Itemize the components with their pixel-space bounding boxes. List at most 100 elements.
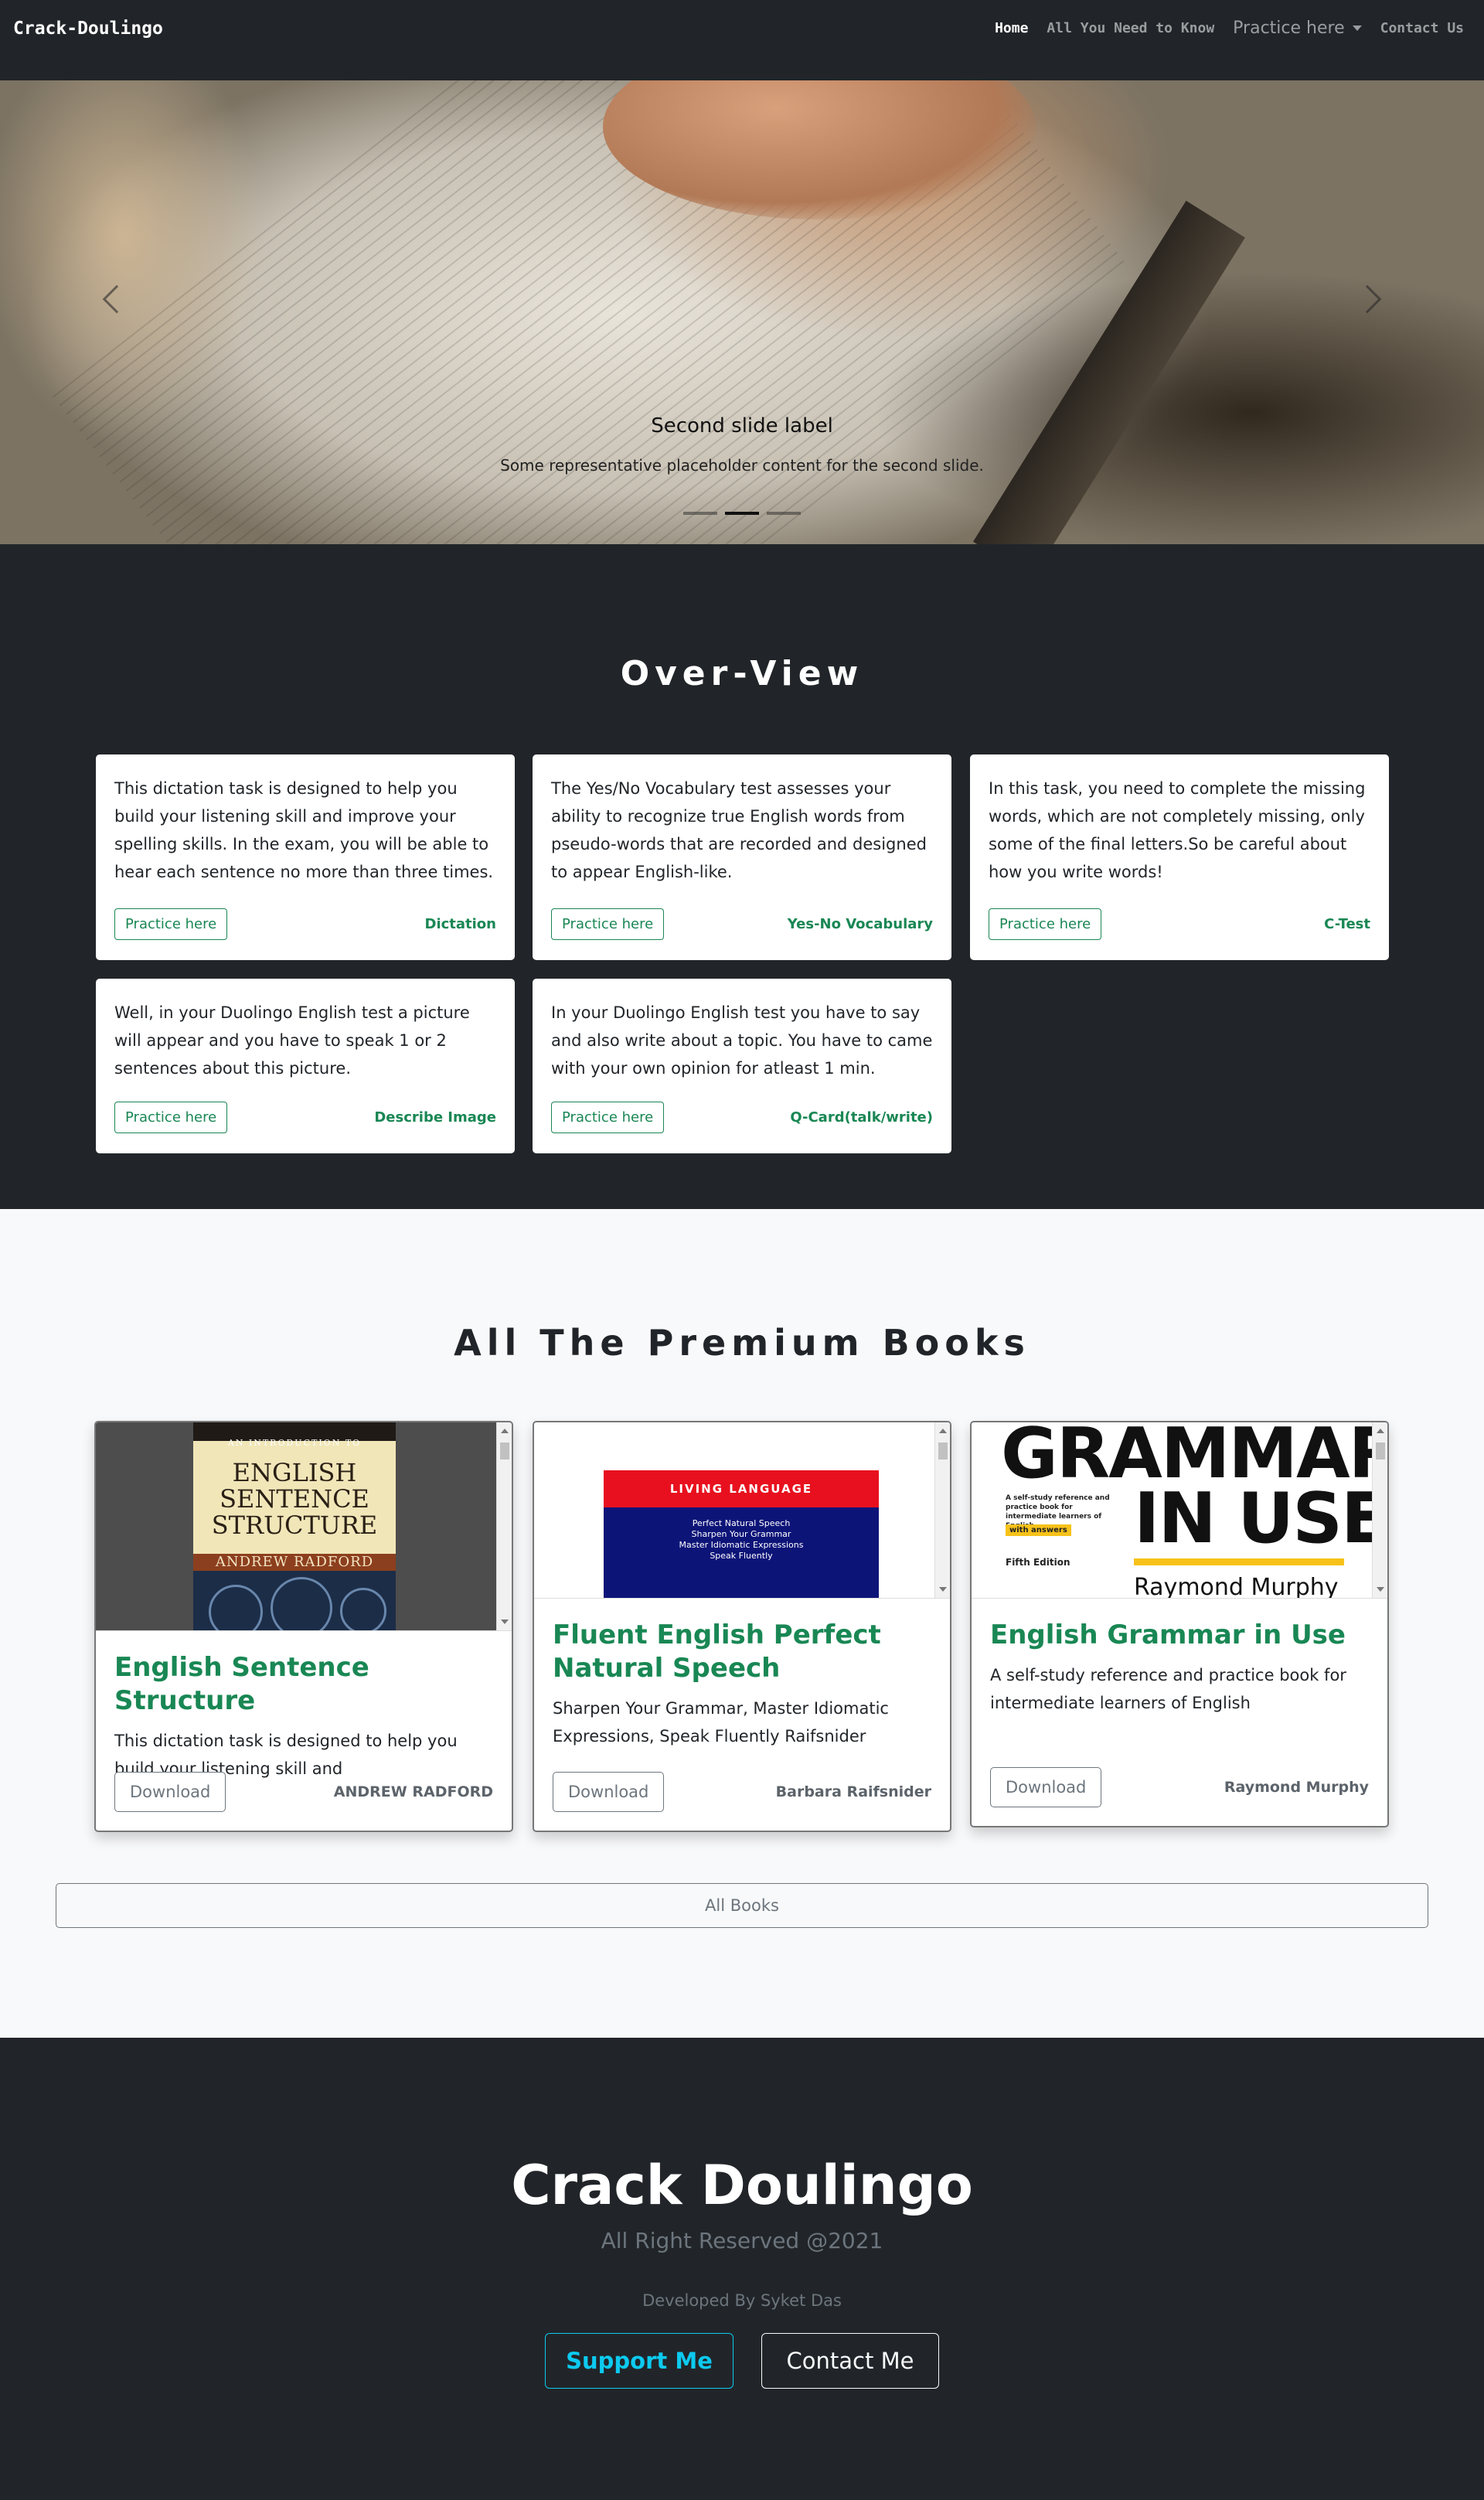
task-description: The Yes/No Vocabulary test assesses your…	[551, 779, 927, 881]
cover-edition: Fifth Edition	[1006, 1557, 1070, 1568]
task-description: This dictation task is designed to help …	[114, 779, 494, 881]
book-cover-banner: LIVING LANGUAGE	[604, 1470, 879, 1507]
cover-ring	[271, 1577, 332, 1630]
book-body: English Sentence Structure This dictatio…	[96, 1631, 512, 1783]
task-tag: C-Test	[1324, 916, 1370, 932]
cover-line-2: IN USE	[1134, 1478, 1387, 1559]
nav-links: Home All You Need to Know Practice here …	[976, 19, 1464, 38]
scroll-thumb[interactable]	[500, 1442, 509, 1459]
scroll-up-icon[interactable]	[939, 1429, 947, 1433]
preview-scrollbar[interactable]	[934, 1422, 950, 1598]
scroll-down-icon[interactable]	[939, 1587, 947, 1592]
books-title: All The Premium Books	[454, 1322, 1030, 1364]
cover-ring	[209, 1585, 263, 1630]
task-tag: Yes-No Vocabulary	[787, 916, 933, 932]
carousel-indicator-2[interactable]	[725, 512, 759, 515]
carousel-prev-icon[interactable]	[102, 284, 131, 314]
book-body: Fluent English Perfect Natural Speech Sh…	[534, 1599, 950, 1750]
task-description: In this task, you need to complete the m…	[989, 779, 1366, 881]
book-footer: Download Barbara Raifsnider	[553, 1772, 931, 1812]
book-title: English Sentence Structure	[114, 1652, 369, 1716]
book-title: Fluent English Perfect Natural Speech	[553, 1620, 881, 1684]
nav-link-home[interactable]: Home	[995, 20, 1028, 36]
cover-badge: with answers	[1006, 1524, 1071, 1536]
book-cover-image: Perfect Natural Speech Sharpen Your Gram…	[604, 1507, 879, 1598]
book-footer: Download Raymond Murphy	[990, 1767, 1369, 1807]
cover-title-line: ENGLISH	[232, 1458, 357, 1487]
download-button[interactable]: Download	[114, 1772, 226, 1812]
brand-logo[interactable]: Crack-Doulingo	[13, 19, 163, 39]
book-card-grammar-in-use: GRAMMAR A self-study reference and pract…	[970, 1421, 1389, 1827]
scroll-down-icon[interactable]	[501, 1620, 509, 1624]
footer-rights: All Right Reserved @2021	[601, 2228, 883, 2253]
carousel-caption-title: Second slide label	[651, 414, 833, 438]
cover-line: Speak Fluently	[710, 1551, 773, 1561]
book-footer: Download ANDREW RADFORD	[114, 1772, 493, 1812]
download-button[interactable]: Download	[553, 1772, 665, 1812]
practice-button[interactable]: Practice here	[114, 908, 228, 940]
carousel-next-icon[interactable]	[1353, 284, 1382, 314]
support-me-button[interactable]: Support Me	[545, 2333, 733, 2389]
footer-developer: Developed By Syket Das	[642, 2291, 842, 2310]
task-card-yes-no-vocabulary: The Yes/No Vocabulary test assesses your…	[533, 754, 951, 960]
book-author: Barbara Raifsnider	[775, 1783, 931, 1800]
scroll-up-icon[interactable]	[501, 1429, 509, 1433]
scroll-thumb[interactable]	[1376, 1442, 1385, 1459]
preview-scrollbar[interactable]	[496, 1422, 512, 1630]
preview-scrollbar[interactable]	[1372, 1422, 1387, 1598]
task-footer: Practice here Describe Image	[114, 1102, 496, 1133]
cover-brand: LIVING LANGUAGE	[669, 1482, 813, 1496]
task-tag: Describe Image	[374, 1109, 496, 1126]
practice-button[interactable]: Practice here	[551, 1102, 665, 1133]
task-card-q-card: In your Duolingo English test you have t…	[533, 979, 951, 1153]
caret-down-icon	[1352, 26, 1362, 31]
carousel-indicator-1[interactable]	[683, 512, 717, 515]
book-author: Raymond Murphy	[1224, 1779, 1369, 1796]
book-body: English Grammar in Use A self-study refe…	[972, 1599, 1387, 1717]
cover-title: ENGLISH SENTENCE STRUCTURE	[193, 1459, 396, 1538]
scroll-up-icon[interactable]	[1377, 1429, 1384, 1433]
book-card-english-sentence-structure: AN INTRODUCTION TO ENGLISH SENTENCE STRU…	[94, 1421, 513, 1832]
cover-intro: AN INTRODUCTION TO	[227, 1438, 362, 1448]
cover-ring	[340, 1588, 386, 1630]
book-cover-image: AN INTRODUCTION TO ENGLISH SENTENCE STRU…	[193, 1422, 396, 1630]
download-button[interactable]: Download	[990, 1767, 1102, 1807]
task-tag: Dictation	[424, 916, 497, 932]
nav-link-contact[interactable]: Contact Us	[1380, 20, 1464, 36]
practice-button[interactable]: Practice here	[551, 908, 665, 940]
scroll-down-icon[interactable]	[1377, 1587, 1384, 1592]
nav-dropdown-practice[interactable]: Practice here	[1233, 19, 1362, 38]
overview-title: Over-View	[620, 654, 864, 693]
cover-line: Master Idiomatic Expressions	[679, 1540, 804, 1550]
task-card-dictation: This dictation task is designed to help …	[96, 754, 515, 960]
nav-dropdown-label: Practice here	[1233, 19, 1345, 38]
task-footer: Practice here Dictation	[114, 908, 496, 940]
nav-link-all-you-need[interactable]: All You Need to Know	[1047, 20, 1214, 36]
footer: Crack Doulingo All Right Reserved @2021 …	[0, 2038, 1484, 2500]
hero-carousel: Second slide label Some representative p…	[0, 80, 1484, 544]
footer-buttons: Support Me Contact Me	[0, 2333, 1484, 2389]
book-description: Sharpen Your Grammar, Master Idiomatic E…	[553, 1699, 889, 1746]
cover-line: Sharpen Your Grammar	[691, 1529, 791, 1539]
cover-title-line: SENTENCE	[220, 1484, 369, 1514]
cover-title-line: STRUCTURE	[211, 1511, 378, 1540]
book-preview-frame[interactable]: LIVING LANGUAGE Perfect Natural Speech S…	[534, 1422, 950, 1599]
all-books-button[interactable]: All Books	[56, 1883, 1428, 1928]
scroll-thumb[interactable]	[938, 1442, 948, 1459]
task-tag: Q-Card(talk/write)	[790, 1109, 933, 1126]
book-card-fluent-english: LIVING LANGUAGE Perfect Natural Speech S…	[533, 1421, 951, 1832]
book-description: A self-study reference and practice book…	[990, 1666, 1346, 1712]
cover-author: Raymond Murphy	[1134, 1574, 1339, 1599]
task-card-c-test: In this task, you need to complete the m…	[970, 754, 1389, 960]
cover-author: ANDREW RADFORD	[215, 1554, 374, 1570]
practice-button[interactable]: Practice here	[114, 1102, 228, 1133]
contact-me-button[interactable]: Contact Me	[761, 2333, 939, 2389]
cover-line: Perfect Natural Speech	[692, 1518, 791, 1528]
book-author: ANDREW RADFORD	[333, 1783, 493, 1800]
book-preview-frame[interactable]: GRAMMAR A self-study reference and pract…	[972, 1422, 1387, 1599]
navbar: Crack-Doulingo Home All You Need to Know…	[0, 0, 1484, 80]
practice-button[interactable]: Practice here	[989, 908, 1102, 940]
task-card-describe-image: Well, in your Duolingo English test a pi…	[96, 979, 515, 1153]
book-preview-frame[interactable]: AN INTRODUCTION TO ENGLISH SENTENCE STRU…	[96, 1422, 512, 1631]
carousel-indicator-3[interactable]	[767, 512, 801, 515]
